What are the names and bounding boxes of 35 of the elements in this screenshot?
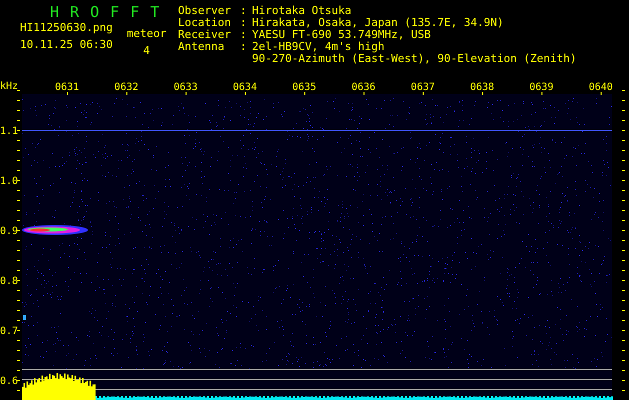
frequency-tick-label: 0.6: [0, 376, 18, 387]
info-value: Hirotaka Otsuka: [252, 4, 352, 16]
time-tick-label: 0631: [55, 82, 80, 93]
info-separator: :: [240, 16, 248, 28]
frequency-tick-label: 0.9: [0, 226, 18, 237]
info-separator: :: [240, 40, 248, 52]
time-tick-label: 0633: [174, 82, 198, 93]
time-tick-label: 0638: [470, 82, 494, 93]
meteor-count: 4: [143, 44, 150, 57]
date-time: 10.11.25 06:30: [20, 38, 113, 51]
file-name: HI11250630.png: [20, 21, 113, 34]
time-tick-label: 0636: [352, 82, 376, 93]
time-tick-label: 0635: [292, 82, 316, 93]
frequency-tick-label: 0.8: [0, 276, 18, 287]
frequency-tick-label: 0.7: [0, 326, 18, 337]
info-label: Observer: [178, 4, 232, 16]
axis-unit: kHz: [0, 81, 18, 92]
frequency-tick-label: 1.1: [0, 126, 18, 137]
info-label: Receiver: [178, 28, 232, 40]
info-separator: :: [240, 4, 248, 16]
info-value: Hirakata, Osaka, Japan (135.7E, 34.9N): [252, 16, 504, 28]
info-separator: :: [240, 28, 248, 40]
info-label: Location: [178, 16, 232, 28]
time-tick-label: 0640: [588, 82, 613, 93]
info-value: YAESU FT-690 53.749MHz, USB: [252, 28, 431, 40]
frequency-tick-label: 1.0: [0, 176, 18, 187]
info-value: 2el-HB9CV, 4m's high: [252, 40, 384, 52]
time-tick-label: 0637: [410, 82, 435, 93]
info-label: Antenna: [178, 40, 226, 52]
time-tick-label: 0632: [114, 82, 138, 93]
app-title: H R O F F T: [49, 3, 162, 21]
info-value: 90-270-Azimuth (East-West), 90-Elevation (Zenith): [252, 52, 577, 64]
meteor-label: meteor: [126, 27, 166, 40]
time-tick-label: 0634: [232, 82, 257, 93]
time-tick-label: 0639: [529, 82, 554, 93]
